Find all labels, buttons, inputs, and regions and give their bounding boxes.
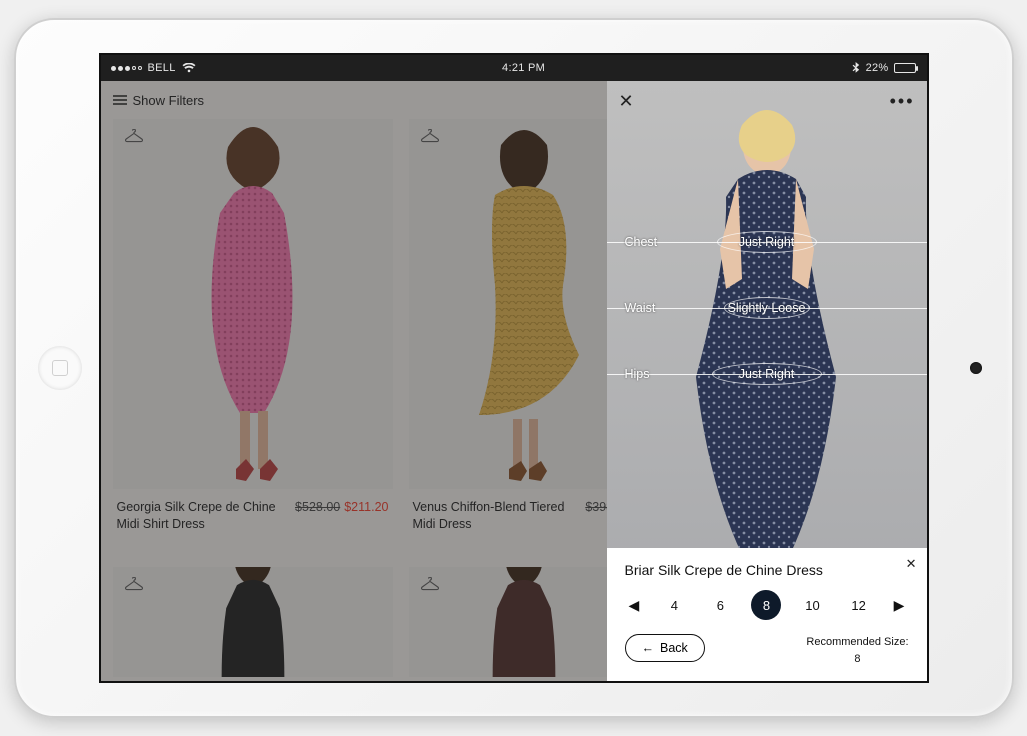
more-icon[interactable]: ••• [890, 91, 915, 112]
screen: BELL 4:21 PM 22% Sho [99, 53, 929, 683]
back-label: Back [660, 641, 688, 655]
fit-line-waist: Waist Slightly Loose [607, 297, 927, 319]
size-option[interactable]: 6 [705, 590, 735, 620]
recommended-size: Recommended Size: 8 [806, 634, 908, 667]
size-option[interactable]: 12 [844, 590, 874, 620]
fit-lines: Chest Just Right Waist Slightly Loose Hi… [607, 231, 927, 385]
recommended-label: Recommended Size: [806, 634, 908, 651]
size-option[interactable]: 4 [659, 590, 689, 620]
chevron-left-icon[interactable]: ◀ [625, 593, 644, 618]
recommended-value: 8 [806, 651, 908, 668]
fit-panel: ✕ ••• [607, 81, 927, 681]
fit-value: Slightly Loose [728, 301, 806, 315]
front-camera [970, 362, 982, 374]
arrow-left-icon: ← [642, 641, 655, 655]
size-bar: ✕ Briar Silk Crepe de Chine Dress ◀ 4 6 … [607, 548, 927, 681]
size-option-selected[interactable]: 8 [751, 590, 781, 620]
fit-line-hips: Hips Just Right [607, 363, 927, 385]
size-option[interactable]: 10 [798, 590, 828, 620]
fit-value: Just Right [739, 235, 795, 249]
close-icon[interactable]: ✕ [906, 556, 917, 572]
battery-icon [894, 63, 916, 73]
battery-percent: 22% [866, 62, 889, 74]
signal-dots-icon [111, 66, 142, 71]
clock: 4:21 PM [502, 62, 545, 74]
size-panel-title: Briar Silk Crepe de Chine Dress [625, 562, 909, 578]
status-bar: BELL 4:21 PM 22% [101, 55, 927, 81]
fit-label: Waist [625, 301, 695, 315]
app-surface: Show Filters Dresses / Midi [101, 81, 927, 681]
size-row: ◀ 4 6 8 10 12 ▶ [625, 590, 909, 620]
fit-label: Chest [625, 235, 695, 249]
wifi-icon [182, 63, 196, 73]
tablet-frame: BELL 4:21 PM 22% Sho [14, 18, 1014, 718]
home-button[interactable] [38, 346, 82, 390]
carrier-label: BELL [148, 62, 176, 74]
chevron-right-icon[interactable]: ▶ [890, 593, 909, 618]
fit-label: Hips [625, 367, 695, 381]
back-button[interactable]: ← Back [625, 634, 705, 662]
bluetooth-icon [852, 62, 860, 74]
close-icon[interactable]: ✕ [619, 91, 634, 112]
fit-line-chest: Chest Just Right [607, 231, 927, 253]
fit-value: Just Right [739, 367, 795, 381]
